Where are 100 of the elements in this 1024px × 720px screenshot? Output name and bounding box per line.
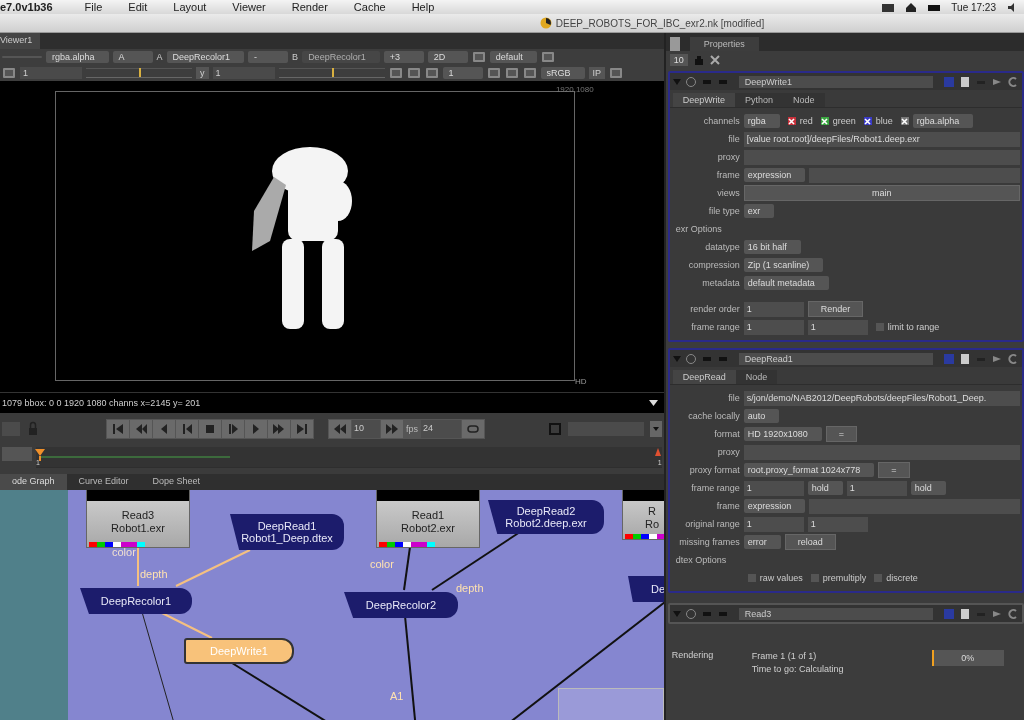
deep-node[interactable]: DeepRead2 Robot2.deep.exr: [488, 500, 604, 534]
checkbox[interactable]: [875, 323, 884, 331]
dropdown[interactable]: rgba.alpha: [912, 114, 974, 128]
dropdown[interactable]: -: [248, 51, 289, 63]
toolbar-icon[interactable]: [388, 67, 403, 79]
menu-item[interactable]: Help: [403, 1, 443, 13]
button[interactable]: =: [825, 426, 857, 442]
frame-icon[interactable]: [547, 422, 562, 436]
close-panels-icon[interactable]: [709, 55, 720, 65]
dropdown[interactable]: default: [489, 51, 537, 63]
tab[interactable]: Node: [735, 370, 778, 384]
menu-item[interactable]: Layout: [165, 1, 215, 13]
deep-node[interactable]: DeepRecolor2: [344, 592, 458, 618]
input-field[interactable]: s/jon/demo/NAB2012/DeepRobots/deepFiles/Robot1_Deep.: [743, 390, 1020, 406]
toolbar-icon[interactable]: [2, 67, 16, 79]
button[interactable]: reload: [784, 534, 836, 550]
input-field[interactable]: 1: [807, 319, 868, 335]
dropdown[interactable]: expression: [743, 168, 806, 182]
toolbar-icon[interactable]: [471, 51, 486, 63]
menu-item[interactable]: File: [76, 1, 111, 13]
dropdown[interactable]: rgba.alpha: [46, 51, 109, 63]
dropdown[interactable]: hold: [807, 481, 843, 495]
copy-icon[interactable]: [959, 352, 971, 365]
slider[interactable]: [86, 68, 192, 78]
input-field[interactable]: 1: [743, 319, 804, 335]
read-node[interactable]: R Ro: [622, 490, 664, 540]
tab[interactable]: ode Graph: [0, 474, 67, 490]
dropdown[interactable]: Zip (1 scanline): [743, 258, 824, 272]
dropdown-arrow-icon[interactable]: [648, 400, 658, 406]
dropdown[interactable]: default metadata: [743, 276, 829, 290]
input-field[interactable]: 1: [212, 67, 275, 79]
button[interactable]: Render: [807, 301, 864, 317]
menu-item[interactable]: Render: [283, 1, 336, 13]
revert-icon[interactable]: [1007, 607, 1019, 620]
properties-tab[interactable]: Properties: [689, 37, 759, 51]
tab[interactable]: Dope Sheet: [140, 474, 213, 490]
color-swatch-icon[interactable]: [943, 75, 955, 88]
checkbox[interactable]: [747, 574, 756, 582]
node-name-field[interactable]: DeepRead1: [738, 352, 933, 365]
toggle-button[interactable]: IP: [588, 67, 606, 79]
input-field[interactable]: 1: [20, 67, 82, 79]
dropdown[interactable]: +3: [383, 51, 424, 63]
toolbar-icon[interactable]: [406, 67, 421, 79]
menu-item[interactable]: Edit: [120, 1, 156, 13]
slider-thumb[interactable]: [331, 68, 334, 77]
checkbox[interactable]: [874, 574, 883, 582]
tab[interactable]: Node: [783, 93, 825, 107]
document-icon[interactable]: [539, 17, 552, 29]
checkbox[interactable]: [863, 117, 872, 125]
circle-icon[interactable]: [684, 75, 697, 88]
deep-node[interactable]: DeepRead1 Robot1_Deep.dtex: [230, 514, 344, 550]
menu-item[interactable]: Cache: [345, 1, 394, 13]
toolbar-icon[interactable]: [522, 67, 537, 79]
tab[interactable]: DeepRead: [672, 370, 736, 384]
dropdown[interactable]: DeepRecolor1: [166, 51, 245, 63]
input-field[interactable]: 1: [743, 516, 804, 532]
deep-node[interactable]: DeepRecolor1: [80, 588, 192, 614]
circle-icon[interactable]: [684, 607, 697, 620]
dropdown[interactable]: auto: [743, 409, 780, 423]
checkbox[interactable]: [900, 117, 909, 125]
dropdown[interactable]: HD 1920x1080: [743, 427, 822, 441]
dropdown[interactable]: exr: [743, 204, 775, 218]
input-field[interactable]: 1: [743, 301, 804, 317]
checkbox[interactable]: [820, 117, 829, 125]
max-panels-field[interactable]: 10: [669, 54, 688, 66]
copy-icon[interactable]: [959, 75, 971, 88]
tab[interactable]: DeepWrite: [672, 93, 736, 107]
input-field[interactable]: 1: [807, 516, 868, 532]
checkbox[interactable]: [787, 117, 796, 125]
node-name-field[interactable]: Read3: [738, 607, 933, 620]
circle-icon[interactable]: [684, 352, 697, 365]
dropdown[interactable]: hold: [910, 481, 946, 495]
dropdown[interactable]: sRGB: [540, 67, 585, 79]
current-frame-marker-icon[interactable]: [34, 447, 46, 461]
color-swatch-icon[interactable]: [943, 607, 955, 620]
dropdown[interactable]: 16 bit half: [743, 240, 801, 254]
menu-item[interactable]: Viewer: [224, 1, 274, 13]
revert-icon[interactable]: [1007, 352, 1019, 365]
input-field[interactable]: 1: [846, 480, 907, 496]
read-node[interactable]: Read3 Robot1.exr: [86, 490, 190, 548]
dropdown[interactable]: rgba: [743, 114, 780, 128]
frame-field[interactable]: 10: [352, 420, 380, 438]
dropdown[interactable]: A: [112, 51, 153, 63]
toolbar-icon[interactable]: [504, 67, 519, 79]
node-name-field[interactable]: DeepWrite1: [738, 75, 933, 88]
monitor-icon[interactable]: [881, 1, 896, 13]
toolbar-icon[interactable]: [609, 67, 624, 79]
dropdown[interactable]: root.proxy_format 1024x778: [743, 463, 875, 477]
copy-icon[interactable]: [959, 607, 971, 620]
tab[interactable]: Python: [735, 93, 784, 107]
read-node[interactable]: Read1 Robot2.exr: [376, 490, 480, 548]
checkbox[interactable]: [810, 574, 819, 582]
color-swatch-icon[interactable]: [943, 352, 955, 365]
deep-node[interactable]: De: [628, 576, 664, 602]
tab[interactable]: Curve Editor: [66, 474, 141, 490]
dropdown[interactable]: expression: [743, 499, 806, 513]
clear-panels-icon[interactable]: [693, 55, 704, 65]
toolbar-icon[interactable]: [540, 51, 555, 63]
pane-menu-icon[interactable]: [669, 37, 680, 51]
toggle-button[interactable]: y: [196, 67, 209, 79]
